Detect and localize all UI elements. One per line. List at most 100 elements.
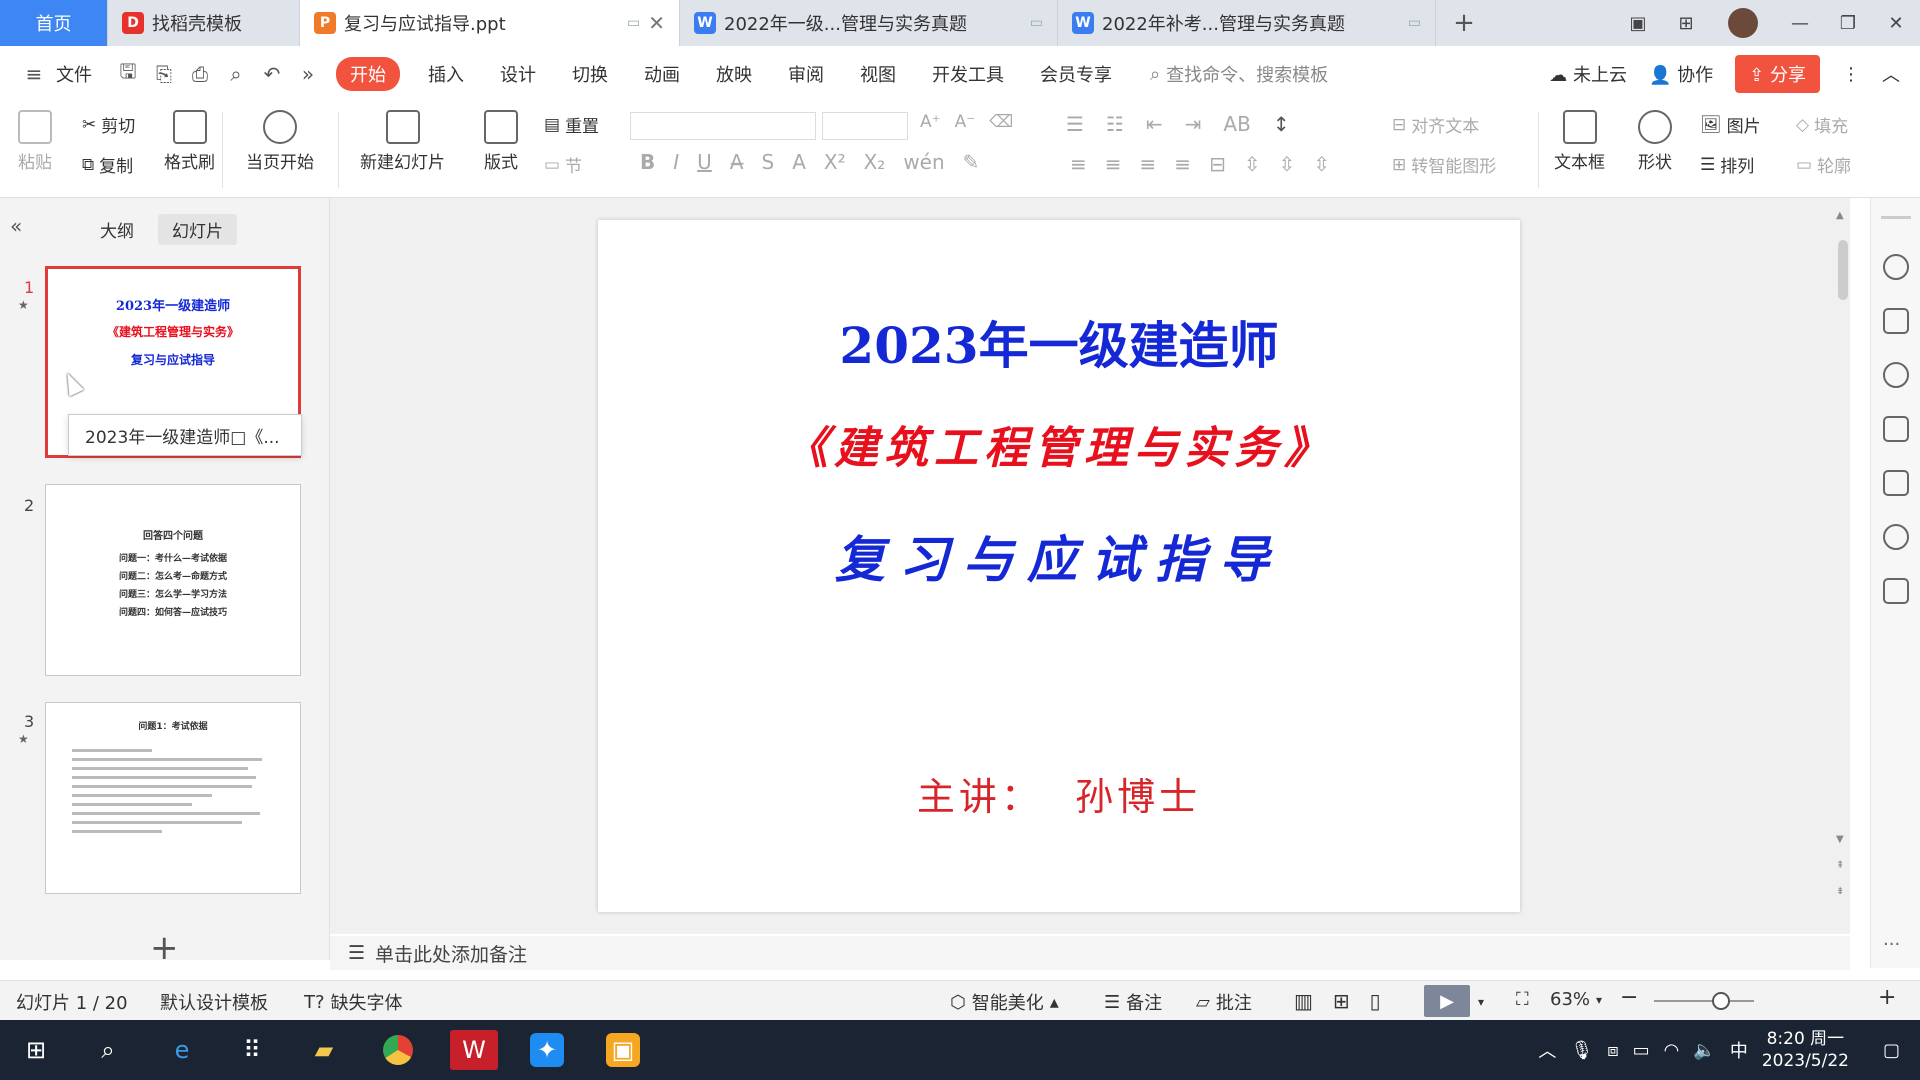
numbering-icon[interactable]: ☷ (1106, 112, 1124, 136)
font-family-select[interactable] (630, 112, 816, 140)
grow-font-icon[interactable]: A⁺ (920, 112, 941, 132)
phonetic-icon[interactable]: wén (903, 150, 944, 174)
tray-expand-icon[interactable]: ︿ (1538, 1037, 1556, 1063)
book-icon[interactable] (1883, 578, 1909, 604)
menu-member[interactable]: 会员专享 (1022, 61, 1130, 87)
slide-heading[interactable]: 复习与应试指导 (598, 520, 1520, 592)
next-slide-icon[interactable]: ⇟ (1836, 886, 1844, 897)
sliders-icon[interactable] (1883, 308, 1909, 334)
distribute-icon[interactable]: ⊟ (1209, 152, 1226, 176)
zoom-in-icon[interactable]: + (1878, 985, 1896, 1010)
cloud-status[interactable]: ☁ 未上云 (1549, 61, 1627, 87)
rocket-icon[interactable] (1883, 254, 1909, 280)
monitor-icon[interactable]: ▭ (627, 15, 640, 31)
battery-icon[interactable]: ▭ (1633, 1040, 1650, 1061)
font-size-select[interactable] (822, 112, 908, 140)
menu-design[interactable]: 设计 (482, 61, 554, 87)
slide-presenter[interactable]: 主讲： 孙博士 (598, 766, 1520, 821)
more-dots-icon[interactable]: ··· (1883, 934, 1900, 955)
missing-font-button[interactable]: T? 缺失字体 (304, 989, 403, 1015)
chrome-icon[interactable] (378, 1030, 418, 1070)
wps-icon[interactable]: W (450, 1030, 498, 1070)
share-button[interactable]: ⇪ 分享 (1735, 55, 1820, 93)
preview-icon[interactable]: ⌕ (218, 62, 254, 86)
zoom-level[interactable]: 63% ▾ (1550, 989, 1602, 1010)
arrange-button[interactable]: ☰ 排列 (1700, 152, 1754, 178)
tab-doc-1[interactable]: W 2022年一级...管理与实务真题 ▭ (680, 0, 1058, 46)
fill-button[interactable]: ◇ 填充 (1796, 112, 1848, 138)
italic-icon[interactable]: I (673, 150, 679, 174)
minimize-icon[interactable]: — (1776, 13, 1824, 34)
notification-icon[interactable]: ▢ (1883, 1040, 1900, 1061)
comment-button[interactable]: ▱ 批注 (1196, 989, 1252, 1015)
slides-icon[interactable] (1883, 416, 1909, 442)
font-color-icon[interactable]: A (792, 150, 806, 174)
picture-button[interactable]: 🖼 图片 (1700, 112, 1761, 138)
ime-indicator[interactable]: 中 (1730, 1037, 1748, 1063)
add-slide-button[interactable]: + (150, 928, 179, 968)
fit-window-icon[interactable]: ⛶ (1516, 989, 1529, 1010)
from-current-button[interactable]: 当页开始 (246, 110, 314, 173)
play-options-icon[interactable]: ▾ (1478, 995, 1484, 1009)
tab-active-document[interactable]: P 复习与应试指导.ppt ▭ ✕ (300, 0, 680, 46)
highlight-icon[interactable]: ✎ (963, 150, 980, 174)
shadow-icon[interactable]: S (761, 150, 774, 174)
export-icon[interactable]: ⎘ (146, 62, 182, 86)
scroll-up-icon[interactable]: ▲ (1836, 210, 1844, 221)
zoom-slider-handle[interactable] (1712, 992, 1730, 1010)
image-edit-icon[interactable] (1883, 470, 1909, 496)
prev-slide-icon[interactable]: ⇞ (1836, 860, 1844, 871)
eraser-icon[interactable]: ⌫ (989, 112, 1013, 132)
windows-start-icon[interactable]: ⊞ (16, 1030, 56, 1070)
menu-developer[interactable]: 开发工具 (914, 61, 1022, 87)
avatar[interactable] (1728, 8, 1758, 38)
reading-view-icon[interactable]: ▯ (1370, 989, 1381, 1013)
section-button[interactable]: ▭ 节 (544, 152, 582, 178)
close-window-icon[interactable]: ✕ (1872, 13, 1920, 34)
wifi-icon[interactable]: ◠ (1664, 1040, 1680, 1061)
play-slideshow-button[interactable]: ▶ (1424, 985, 1470, 1017)
screen-capture-icon[interactable]: ⧈ (1607, 1040, 1618, 1061)
collab-button[interactable]: 👤 协作 (1649, 61, 1713, 87)
align-left-icon[interactable]: ≡ (1070, 152, 1087, 176)
monitor-icon[interactable]: ▭ (1030, 15, 1043, 31)
slide-thumbnail-2[interactable]: 回答四个问题 问题一：考什么—考试依据 问题二：怎么考—命题方式 问题三：怎么学… (45, 484, 301, 676)
subscript-icon[interactable]: X₂ (864, 150, 886, 174)
volume-icon[interactable]: 🔈 (1693, 1040, 1715, 1061)
slide-subtitle[interactable]: 《建筑工程管理与实务》 (598, 412, 1520, 476)
justify-icon[interactable]: ≡ (1174, 152, 1191, 176)
compass-icon[interactable] (1883, 524, 1909, 550)
zoom-slider[interactable] (1654, 992, 1754, 1010)
app-grid-icon[interactable]: ⠿ (232, 1030, 272, 1070)
collapse-ribbon-icon[interactable]: ︿ (1882, 61, 1900, 87)
microphone-icon[interactable]: 🎙 (1570, 1040, 1593, 1061)
notes-toggle-button[interactable]: ☰ 备注 (1104, 989, 1162, 1015)
bullets-icon[interactable]: ☰ (1066, 112, 1084, 136)
menu-transition[interactable]: 切换 (554, 61, 626, 87)
design-template[interactable]: 默认设计模板 (160, 989, 268, 1015)
save-icon[interactable]: 🖫 (110, 57, 146, 91)
hamburger-icon[interactable]: ≡ (16, 62, 52, 86)
reset-button[interactable]: ▤ 重置 (544, 112, 599, 138)
align-center-icon[interactable]: ≡ (1105, 152, 1122, 176)
slide[interactable]: 2023年一级建造师 《建筑工程管理与实务》 复习与应试指导 主讲： 孙博士 (598, 220, 1520, 912)
indent-icon[interactable]: ⇥ (1185, 112, 1202, 136)
shape-button[interactable]: 形状 (1638, 110, 1672, 173)
notes-area[interactable]: ☰ 单击此处添加备注 (330, 936, 1850, 970)
align-right-icon[interactable]: ≡ (1140, 152, 1157, 176)
line-height-icon[interactable]: ⇳ (1313, 152, 1330, 176)
monitor-icon[interactable]: ▭ (1408, 15, 1421, 31)
menu-review[interactable]: 审阅 (770, 61, 842, 87)
beautify-button[interactable]: ⬡ 智能美化 ▴ (950, 989, 1059, 1015)
menu-insert[interactable]: 插入 (410, 61, 482, 87)
menu-home[interactable]: 开始 (336, 57, 400, 91)
command-search[interactable]: ⌕ 查找命令、搜索模板 (1150, 61, 1328, 87)
tab-doc-2[interactable]: W 2022年补考...管理与实务真题 ▭ (1058, 0, 1436, 46)
text-direction-icon[interactable]: AB (1223, 112, 1250, 136)
grid-icon[interactable]: ⊞ (1662, 13, 1710, 34)
para-spacing-icon[interactable]: ⇳ (1279, 152, 1296, 176)
spacing-icon[interactable]: ⇳ (1244, 152, 1261, 176)
tab-home[interactable]: 首页 (0, 0, 108, 46)
strike-icon[interactable]: A̶ (730, 150, 744, 174)
tab-template[interactable]: D 找稻壳模板 (108, 0, 300, 46)
